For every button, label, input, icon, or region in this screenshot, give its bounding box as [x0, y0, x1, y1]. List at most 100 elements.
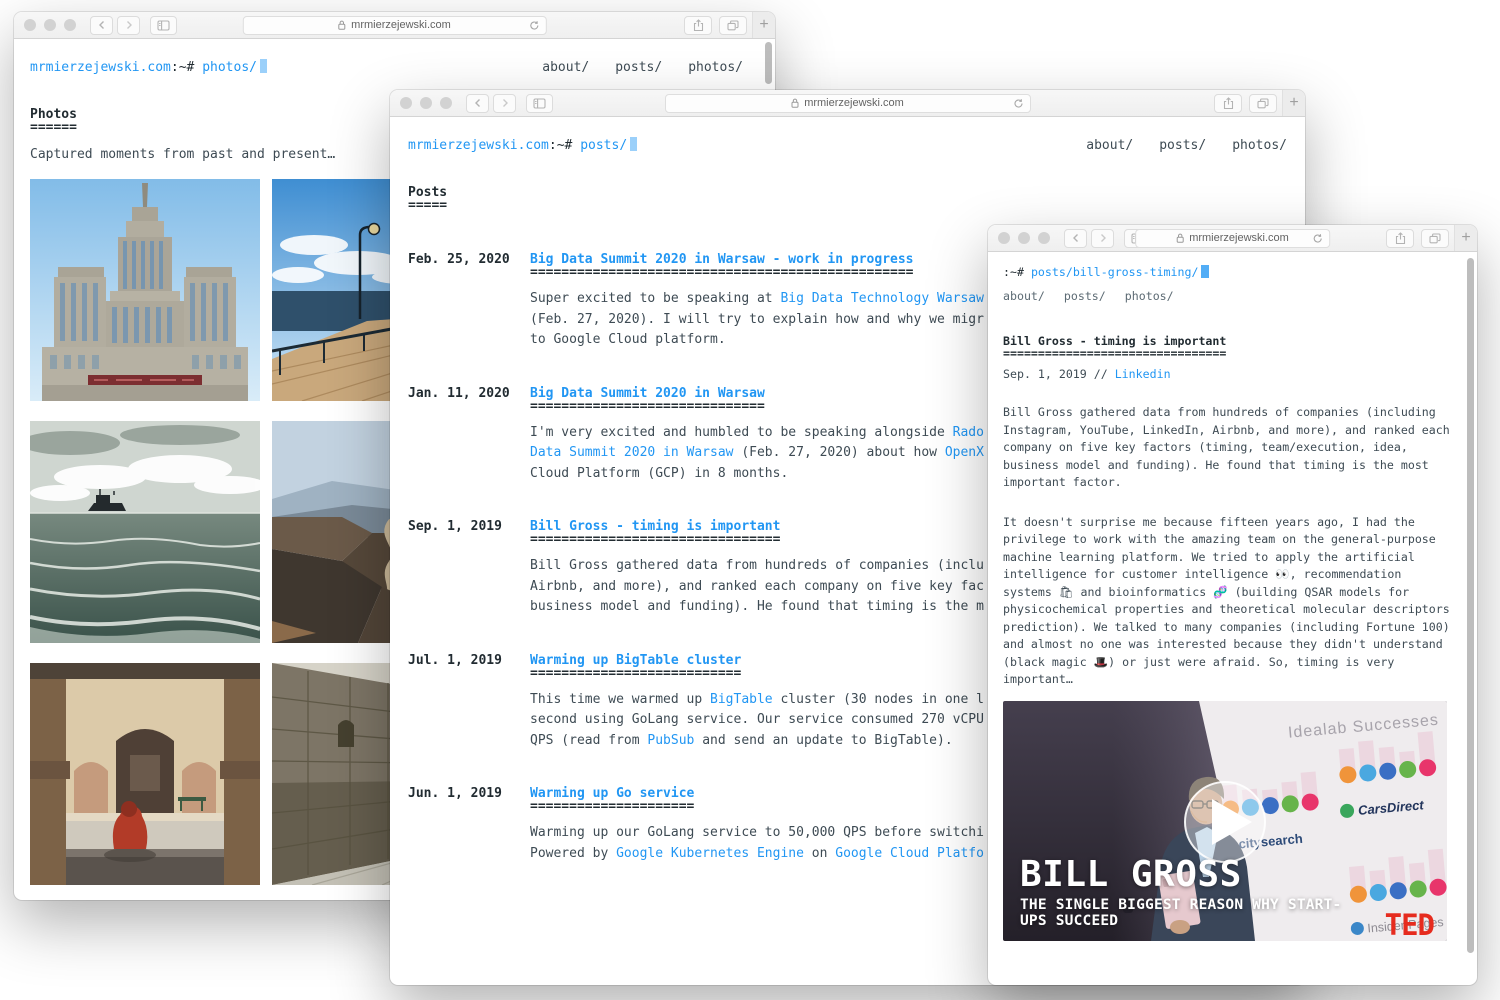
- post-meta: Sep. 1, 2019 // Linkedin: [1003, 366, 1461, 382]
- nav-posts-link[interactable]: posts/: [1159, 138, 1206, 153]
- traffic-lights: [998, 232, 1050, 244]
- url-text: mrmierzejewski.com: [351, 19, 451, 31]
- terminal-cursor: [260, 59, 267, 73]
- reload-icon[interactable]: [1013, 98, 1024, 109]
- prompt-host[interactable]: mrmierzejewski.com: [408, 138, 549, 153]
- sidebar-toggle-button[interactable]: [150, 16, 177, 35]
- window-titlebar: mrmierzejewski.com +: [988, 225, 1477, 252]
- site-nav: about/ posts/ photos/: [1086, 138, 1287, 153]
- minimize-button[interactable]: [420, 97, 432, 109]
- video-caption: BILL GROSS THE SINGLE BIGGEST REASON WHY…: [1020, 857, 1355, 929]
- site-nav: about/ posts/ photos/: [542, 60, 759, 75]
- nav-about-link[interactable]: about/: [542, 60, 589, 75]
- back-button[interactable]: [90, 16, 113, 35]
- post-date: Jul. 1, 2019: [408, 654, 530, 752]
- forward-button[interactable]: [493, 94, 516, 113]
- url-field[interactable]: mrmierzejewski.com: [1135, 229, 1331, 248]
- post-paragraph: Bill Gross gathered data from hundreds o…: [1003, 404, 1461, 492]
- forward-button[interactable]: [117, 16, 140, 35]
- nav-posts-link[interactable]: posts/: [1064, 288, 1106, 304]
- post-date: Sep. 1, 2019: [1003, 367, 1087, 381]
- ted-logo: TED: [1385, 917, 1434, 933]
- tabs-button[interactable]: [719, 16, 747, 35]
- inline-link[interactable]: Google Cloud Platfo: [835, 846, 984, 861]
- scrollbar-thumb[interactable]: [765, 42, 772, 84]
- post-date: Feb. 25, 2020: [408, 253, 530, 351]
- new-tab-button[interactable]: +: [1282, 90, 1305, 116]
- video-talk-title: THE SINGLE BIGGEST REASON WHY START-UPS …: [1020, 897, 1355, 929]
- prompt-path: posts/: [580, 138, 627, 153]
- reload-icon[interactable]: [1312, 233, 1323, 244]
- ted-video-embed[interactable]: Idealab Successes citysearch: [1003, 701, 1447, 941]
- terminal-prompt: mrmierzejewski.com:~# posts/: [408, 137, 637, 153]
- post-title-underline: ================================: [1003, 348, 1461, 359]
- inline-link[interactable]: BigTable: [710, 692, 773, 707]
- tabs-button[interactable]: [1421, 229, 1449, 248]
- close-button[interactable]: [998, 232, 1010, 244]
- browser-window-post-detail: mrmierzejewski.com + :~# posts/bill-gros…: [988, 225, 1477, 985]
- lock-icon: [338, 20, 346, 30]
- terminal-cursor: [630, 137, 637, 151]
- terminal-cursor: [1201, 265, 1209, 278]
- forward-button[interactable]: [1091, 229, 1114, 248]
- zoom-button[interactable]: [440, 97, 452, 109]
- reload-icon[interactable]: [529, 20, 540, 31]
- share-button[interactable]: [1214, 94, 1242, 113]
- inline-link[interactable]: Google Kubernetes Engine: [616, 846, 804, 861]
- traffic-lights: [400, 97, 452, 109]
- minimize-button[interactable]: [1018, 232, 1030, 244]
- close-button[interactable]: [24, 19, 36, 31]
- page-title: Posts: [408, 186, 1287, 200]
- tabs-button[interactable]: [1249, 94, 1277, 113]
- share-button[interactable]: [1386, 229, 1414, 248]
- back-button[interactable]: [1064, 229, 1087, 248]
- post-detail-page: :~# posts/bill-gross-timing/ about/ post…: [988, 252, 1477, 941]
- zoom-button[interactable]: [64, 19, 76, 31]
- new-tab-button[interactable]: +: [1454, 225, 1477, 251]
- prompt-host[interactable]: mrmierzejewski.com: [30, 60, 171, 75]
- inline-link[interactable]: Big Data Technology Warsaw: [780, 291, 984, 306]
- new-tab-button[interactable]: +: [752, 12, 775, 38]
- url-field[interactable]: mrmierzejewski.com: [665, 94, 1031, 113]
- photo-temple-courtyard[interactable]: [30, 663, 260, 885]
- lock-icon: [791, 98, 799, 108]
- video-speaker-name: BILL GROSS: [1020, 857, 1355, 893]
- scrollbar-thumb[interactable]: [1467, 258, 1474, 953]
- close-button[interactable]: [400, 97, 412, 109]
- photo-palace-of-culture[interactable]: [30, 179, 260, 401]
- share-button[interactable]: [684, 16, 712, 35]
- inline-link[interactable]: OpenX: [945, 445, 984, 460]
- nav-about-link[interactable]: about/: [1086, 138, 1133, 153]
- nav-about-link[interactable]: about/: [1003, 288, 1045, 304]
- prompt-path: posts/bill-gross-timing/: [1031, 265, 1199, 279]
- nav-photos-link[interactable]: photos/: [1125, 288, 1174, 304]
- zoom-button[interactable]: [1038, 232, 1050, 244]
- window-titlebar: mrmierzejewski.com +: [14, 12, 775, 39]
- traffic-lights: [24, 19, 76, 31]
- post-date: Jun. 1, 2019: [408, 787, 530, 864]
- post-title-block: Bill Gross - timing is important =======…: [1003, 334, 1461, 359]
- nav-photos-link[interactable]: photos/: [1232, 138, 1287, 153]
- photo-sea-ship[interactable]: [30, 421, 260, 643]
- url-field[interactable]: mrmierzejewski.com: [242, 16, 546, 35]
- sidebar-toggle-button[interactable]: [526, 94, 553, 113]
- post-paragraph: It doesn't surprise me because fifteen y…: [1003, 514, 1461, 689]
- desktop: mrmierzejewski.com + mrmierzejewski.com:…: [0, 0, 1500, 1000]
- back-button[interactable]: [466, 94, 489, 113]
- post-date: Sep. 1, 2019: [408, 520, 530, 618]
- lock-icon: [1176, 233, 1184, 243]
- site-nav: about/ posts/ photos/: [1003, 288, 1461, 304]
- nav-posts-link[interactable]: posts/: [615, 60, 662, 75]
- linkedin-link[interactable]: Linkedin: [1115, 367, 1171, 381]
- terminal-prompt: mrmierzejewski.com:~# photos/: [30, 59, 267, 75]
- nav-photos-link[interactable]: photos/: [688, 60, 743, 75]
- prompt-path: photos/: [202, 60, 257, 75]
- post-date: Jan. 11, 2020: [408, 387, 530, 485]
- inline-link[interactable]: Data Summit 2020 in Warsaw: [530, 445, 734, 460]
- inline-link[interactable]: PubSub: [647, 733, 694, 748]
- page-title-underline: =====: [408, 200, 1287, 211]
- url-text: mrmierzejewski.com: [1189, 232, 1289, 244]
- inline-link[interactable]: Rado: [953, 425, 984, 440]
- minimize-button[interactable]: [44, 19, 56, 31]
- window-titlebar: mrmierzejewski.com +: [390, 90, 1305, 117]
